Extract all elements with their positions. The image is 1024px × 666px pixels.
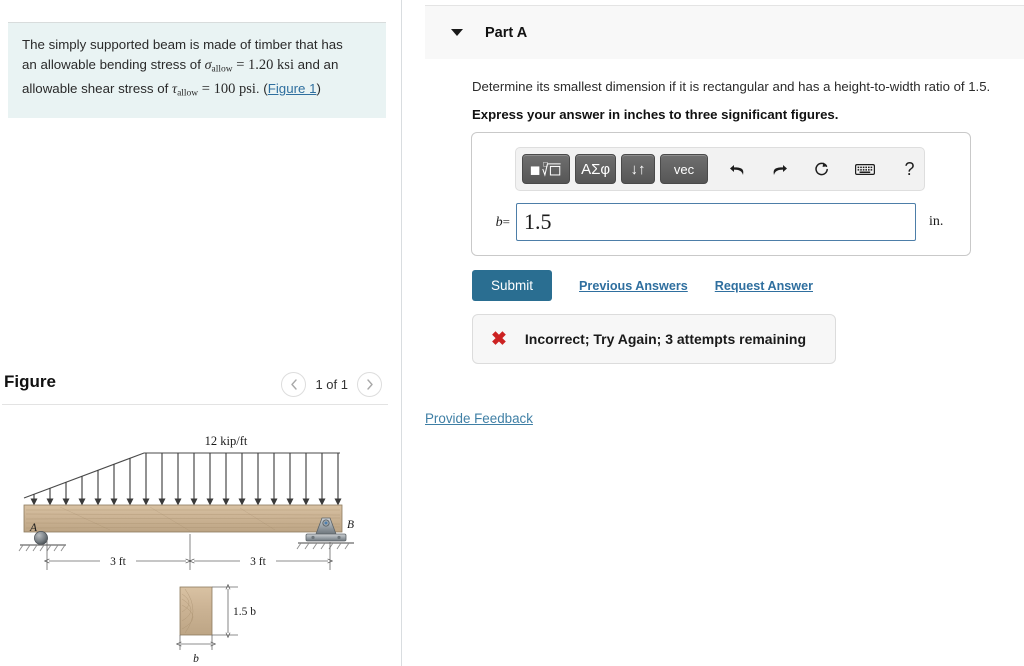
question-prompt: Determine its smallest dimension if it i… (472, 79, 991, 94)
submit-button[interactable]: Submit (472, 270, 553, 301)
question-line-3b: . ( (255, 81, 268, 97)
answer-unit-label: in. (929, 214, 944, 229)
figure-pager: 1 of 1 (281, 372, 382, 397)
sigma-value: 1.20 ksi (248, 56, 294, 73)
load-magnitude-label: 12 kip/ft (205, 434, 248, 448)
chevron-left-icon (291, 379, 297, 390)
figure-diagram: 12 kip/ft A B 3 ft 3 ft 1.5 b b (0, 430, 400, 666)
figure-panel-title: Figure (4, 372, 56, 391)
greek-symbols-key[interactable]: ΑΣφ (575, 154, 616, 184)
math-toolbar: ☐ ΑΣφ ↓↑ vec ? (515, 147, 925, 191)
answer-equals: = (502, 213, 510, 229)
cross-section-rect (179, 586, 213, 636)
part-title: Part A (485, 24, 528, 41)
tau-value: 100 psi (213, 81, 256, 98)
dimension-right-label: 3 ft (250, 556, 266, 568)
vector-key-label: vec (673, 161, 695, 177)
request-answer-link[interactable]: Request Answer (715, 279, 813, 293)
help-icon-label: ? (904, 158, 915, 179)
dimension-left-label: 3 ft (110, 556, 126, 568)
question-line-3c: ) (316, 81, 321, 97)
figure-pager-label: 1 of 1 (315, 377, 348, 392)
chevron-down-icon[interactable] (451, 29, 463, 36)
figure-prev-button[interactable] (281, 372, 307, 397)
redo-icon[interactable] (765, 155, 794, 183)
sigma-symbol: σallow (204, 57, 233, 74)
math-template-icon: ☐ (530, 161, 561, 177)
x-mark-icon: ✖ (491, 328, 507, 350)
vector-key[interactable]: vec (659, 154, 708, 184)
dimension-lines (47, 534, 330, 570)
page-root: The simply supported beam is made of tim… (0, 0, 1024, 666)
support-b-label: B (347, 519, 354, 531)
keyboard-icon[interactable] (849, 155, 881, 183)
right-pane: Part A Determine its smallest dimension … (402, 0, 1024, 666)
question-line-3a: allowable shear stress of (22, 81, 173, 97)
answer-variable: b (495, 214, 503, 230)
updown-arrows-key[interactable]: ↓↑ (620, 154, 655, 184)
tau-symbol: τallow (172, 82, 199, 99)
answer-instruction: Express your answer in inches to three s… (472, 107, 839, 122)
feedback-banner: ✖ Incorrect; Try Again; 3 attempts remai… (472, 314, 836, 364)
answer-actions: Submit Previous Answers Request Answer (472, 270, 813, 301)
question-line-1: The simply supported beam is made of tim… (22, 37, 343, 52)
help-icon[interactable]: ? (895, 155, 924, 183)
equals-1: = (232, 56, 249, 73)
equals-2: = (198, 81, 214, 98)
answer-input[interactable] (516, 203, 916, 241)
undo-icon[interactable] (723, 155, 752, 183)
answer-row: b= in. (472, 199, 972, 245)
cross-section-diagram: 1.5 b b (180, 587, 256, 665)
feedback-message: Incorrect; Try Again; 3 attempts remaini… (524, 331, 807, 347)
question-line-2a: an allowable bending stress of (22, 56, 205, 72)
provide-feedback-link[interactable]: Provide Feedback (425, 411, 533, 426)
question-line-2b: and an (293, 56, 339, 72)
answer-card: ☐ ΑΣφ ↓↑ vec ? b= 1.5 in. (471, 132, 971, 256)
left-pane: The simply supported beam is made of tim… (0, 0, 400, 666)
reset-icon[interactable] (807, 155, 836, 183)
section-width-label: b (193, 653, 199, 665)
figure-divider (2, 404, 388, 405)
part-a-header[interactable]: Part A (425, 5, 1024, 59)
support-a-label: A (29, 522, 38, 534)
beam-diagram-svg: 12 kip/ft A B 3 ft 3 ft 1.5 b b (18, 434, 354, 665)
question-statement: The simply supported beam is made of tim… (8, 22, 386, 119)
chevron-right-icon (366, 379, 373, 390)
answer-variable-label: b= (472, 214, 516, 231)
figure-1-link[interactable]: Figure 1 (268, 81, 317, 96)
section-height-label: 1.5 b (233, 606, 256, 618)
math-template-key[interactable]: ☐ (522, 154, 571, 184)
previous-answers-link[interactable]: Previous Answers (579, 279, 688, 293)
figure-next-button[interactable] (357, 372, 382, 397)
